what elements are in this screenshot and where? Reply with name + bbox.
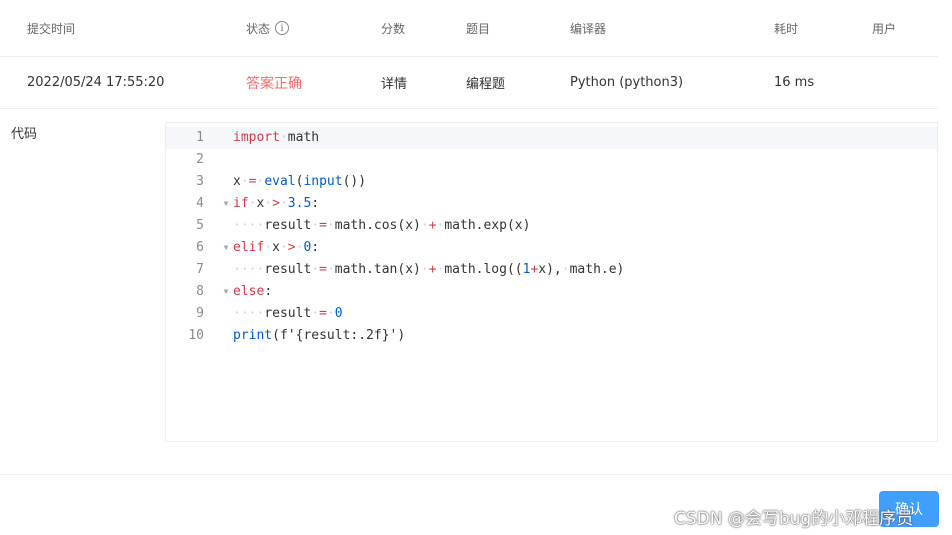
header-user: 用户 xyxy=(872,21,897,36)
code-line: 7 ····result·=·math.tan(x)·+·math.log((1… xyxy=(166,259,937,281)
line-number: 3 xyxy=(196,174,204,189)
header-score: 分数 xyxy=(381,21,406,36)
submission-table-header: 提交时间 状态 i 分数 题目 编译器 耗时 用户 xyxy=(0,0,938,57)
code-line: 2 xyxy=(166,149,937,171)
line-number: 6 xyxy=(196,240,204,255)
status-badge: 答案正确 xyxy=(246,75,302,92)
header-compiler: 编译器 xyxy=(570,21,607,36)
code-line: 10 print(f'{result:.2f}') xyxy=(166,325,937,347)
code-text: else: xyxy=(233,284,273,299)
header-submit-time: 提交时间 xyxy=(27,21,76,36)
code-text: ····result·=·math.tan(x)·+·math.log((1+x… xyxy=(233,262,625,277)
fold-arrow-icon[interactable]: ▼ xyxy=(221,237,231,259)
header-problem: 题目 xyxy=(466,21,491,36)
problem-cell: 编程题 xyxy=(466,77,506,92)
code-line: 5 ····result·=·math.cos(x)·+·math.exp(x) xyxy=(166,215,937,237)
time-cost-cell: 16 ms xyxy=(774,75,815,90)
code-line: 3 x·=·eval(input()) xyxy=(166,171,937,193)
info-circle-icon[interactable]: i xyxy=(275,21,290,35)
score-detail-link[interactable]: 详情 xyxy=(381,57,407,108)
line-number: 10 xyxy=(188,328,204,343)
code-text: ····result·=·0 xyxy=(233,306,343,321)
code-text: if·x·>·3.5: xyxy=(233,196,320,211)
line-number: 7 xyxy=(196,262,204,277)
footer-divider xyxy=(0,474,952,475)
line-number: 1 xyxy=(196,130,204,145)
line-number: 2 xyxy=(196,152,204,167)
code-text: elif·x·>·0: xyxy=(233,240,320,255)
code-line: 9 ····result·=·0 xyxy=(166,303,937,325)
code-line: 8 ▼ else: xyxy=(166,281,937,303)
code-editor[interactable]: 1 import·math 2 3 x·=·eval(input()) 4 ▼ … xyxy=(165,122,938,442)
compiler-cell: Python (python3) xyxy=(570,75,684,90)
line-number: 9 xyxy=(196,306,204,321)
submit-time-cell: 2022/05/24 17:55:20 xyxy=(27,75,165,90)
watermark: CSDN @会写bug的小邓程序员 xyxy=(674,509,914,529)
header-status-label: 状态 xyxy=(246,21,271,36)
code-line: 6 ▼ elif·x·>·0: xyxy=(166,237,937,259)
code-text: x·=·eval(input()) xyxy=(233,174,367,189)
header-status: 状态 i xyxy=(246,0,290,56)
code-text: ····result·=·math.cos(x)·+·math.exp(x) xyxy=(233,218,531,233)
code-text: print(f'{result:.2f}') xyxy=(233,328,406,343)
line-number: 4 xyxy=(196,196,204,211)
fold-arrow-icon[interactable]: ▼ xyxy=(221,193,231,215)
line-number: 5 xyxy=(196,218,204,233)
header-time-cost: 耗时 xyxy=(774,21,799,36)
code-label: 代码 xyxy=(11,127,38,142)
code-text: import·math xyxy=(233,130,320,145)
code-line: 4 ▼ if·x·>·3.5: xyxy=(166,193,937,215)
fold-arrow-icon[interactable]: ▼ xyxy=(221,281,231,303)
table-row: 2022/05/24 17:55:20 答案正确 详情 编程题 Python (… xyxy=(0,57,938,109)
code-line: 1 import·math xyxy=(166,127,937,149)
line-number: 8 xyxy=(196,284,204,299)
